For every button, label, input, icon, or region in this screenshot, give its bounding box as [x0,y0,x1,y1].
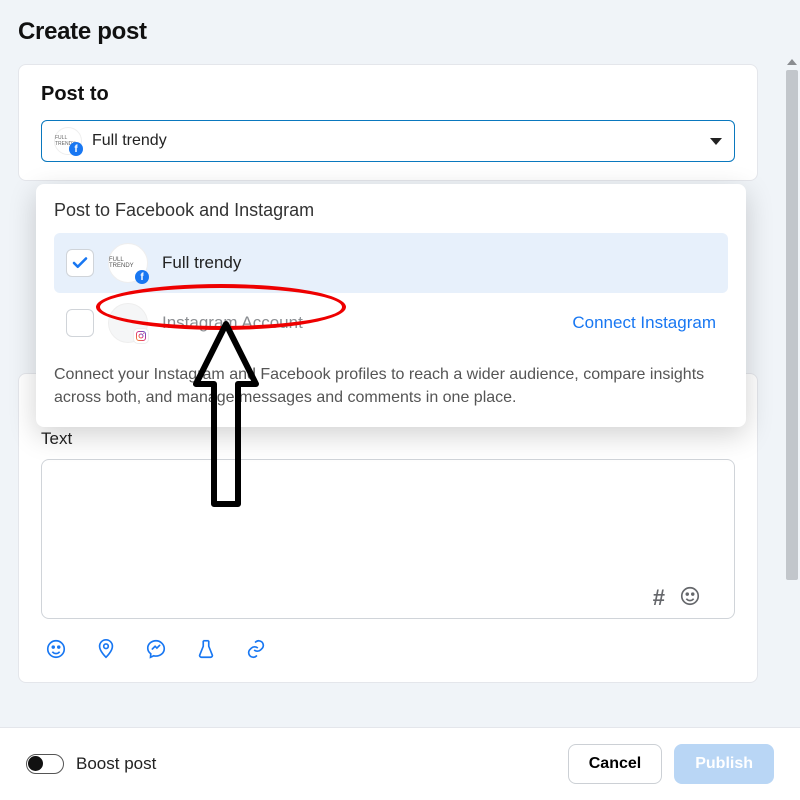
post-text-input[interactable] [41,459,735,619]
post-to-select[interactable]: FULL TRENDY Full trendy [41,120,735,162]
dropdown-title: Post to Facebook and Instagram [54,200,728,221]
publish-button[interactable]: Publish [674,744,774,784]
composer-toolbar [41,624,735,664]
option-avatar [108,303,148,343]
cancel-button[interactable]: Cancel [568,744,662,784]
location-icon[interactable] [95,638,117,660]
emoji-picker-icon[interactable] [45,638,67,660]
facebook-badge-icon [135,270,149,284]
page-title: Create post [18,18,778,46]
checkbox-unchecked-icon [66,309,94,337]
scroll-thumb[interactable] [786,70,798,580]
selected-account-label: Full trendy [92,132,167,150]
selected-account-avatar: FULL TRENDY [54,127,82,155]
option-label: Instagram Account [162,313,303,333]
scroll-up-icon[interactable] [786,56,798,68]
option-avatar: FULL TRENDY [108,243,148,283]
messenger-icon[interactable] [145,638,167,660]
dropdown-option-instagram[interactable]: Instagram Account Connect Instagram [54,293,728,353]
scrollbar[interactable] [786,70,798,770]
text-field-label: Text [41,429,735,449]
post-to-dropdown: Post to Facebook and Instagram FULL TREN… [36,184,746,427]
dropdown-option-facebook[interactable]: FULL TRENDY Full trendy [54,233,728,293]
chevron-down-icon [710,138,722,145]
boost-post-label: Boost post [76,754,156,774]
boost-post-toggle[interactable] [26,754,64,774]
hashtag-icon[interactable]: # [653,585,665,612]
facebook-badge-icon [69,142,83,156]
footer-bar: Boost post Cancel Publish [0,727,800,800]
link-icon[interactable] [245,638,267,660]
dropdown-description: Connect your Instagram and Facebook prof… [54,363,728,409]
instagram-badge-icon [133,328,149,344]
ab-test-icon[interactable] [195,638,217,660]
post-to-panel: Post to FULL TRENDY Full trendy [18,64,758,181]
emoji-icon[interactable] [679,585,701,612]
post-to-heading: Post to [41,83,735,106]
option-label: Full trendy [162,253,241,273]
connect-instagram-link[interactable]: Connect Instagram [572,313,716,333]
checkbox-checked-icon [66,249,94,277]
